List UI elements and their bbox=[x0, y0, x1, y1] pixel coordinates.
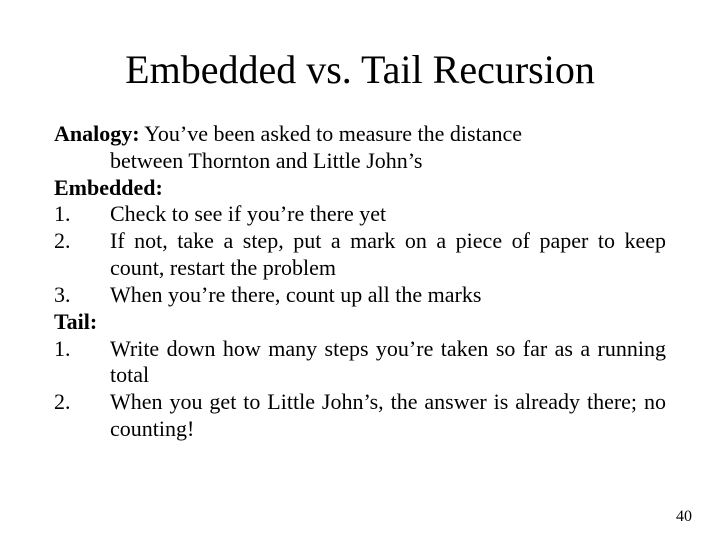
embedded-item-3: 3. When you’re there, count up all the m… bbox=[54, 282, 666, 309]
list-number: 3. bbox=[54, 282, 110, 309]
analogy-text-first: You’ve been asked to measure the distanc… bbox=[140, 121, 522, 146]
slide-body: Analogy: You’ve been asked to measure th… bbox=[54, 121, 666, 443]
list-number: 2. bbox=[54, 389, 110, 443]
embedded-item-1: 1. Check to see if you’re there yet bbox=[54, 201, 666, 228]
analogy-cont: between Thornton and Little John’s bbox=[54, 148, 666, 175]
list-text: Write down how many steps you’re taken s… bbox=[110, 336, 666, 390]
analogy-line: Analogy: You’ve been asked to measure th… bbox=[54, 121, 666, 148]
list-text: When you’re there, count up all the mark… bbox=[110, 282, 666, 309]
tail-item-2: 2. When you get to Little John’s, the an… bbox=[54, 389, 666, 443]
page-number: 40 bbox=[676, 508, 692, 526]
list-text: If not, take a step, put a mark on a pie… bbox=[110, 228, 666, 282]
analogy-label: Analogy: bbox=[54, 121, 140, 146]
list-number: 1. bbox=[54, 201, 110, 228]
list-text: Check to see if you’re there yet bbox=[110, 201, 666, 228]
list-number: 2. bbox=[54, 228, 110, 282]
slide-title: Embedded vs. Tail Recursion bbox=[54, 46, 666, 93]
embedded-label: Embedded: bbox=[54, 175, 666, 202]
list-text: When you get to Little John’s, the answe… bbox=[110, 389, 666, 443]
tail-label: Tail: bbox=[54, 309, 666, 336]
tail-item-1: 1. Write down how many steps you’re take… bbox=[54, 336, 666, 390]
list-number: 1. bbox=[54, 336, 110, 390]
embedded-item-2: 2. If not, take a step, put a mark on a … bbox=[54, 228, 666, 282]
slide: Embedded vs. Tail Recursion Analogy: You… bbox=[0, 0, 720, 540]
